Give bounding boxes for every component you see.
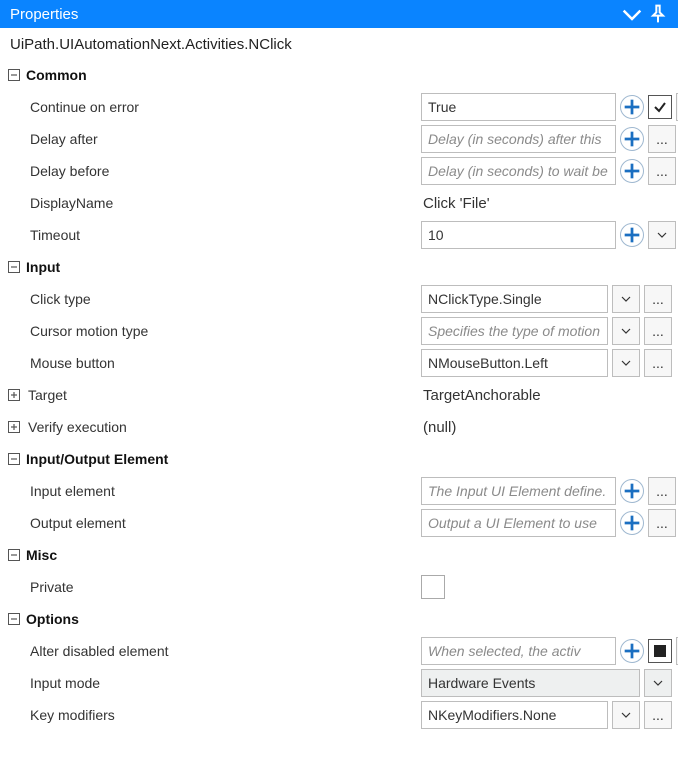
dropdown-button[interactable] <box>612 285 640 313</box>
value-target: TargetAnchorable <box>421 383 543 408</box>
ellipsis-button[interactable]: ... <box>648 125 676 153</box>
section-misc: Misc <box>6 539 672 571</box>
label-mouse-button: Mouse button <box>6 355 115 371</box>
section-label-misc: Misc <box>26 547 57 563</box>
expression-button[interactable] <box>620 479 644 503</box>
input-timeout[interactable] <box>421 221 616 249</box>
label-click-type: Click type <box>6 291 91 307</box>
dropdown-button[interactable] <box>612 701 640 729</box>
select-input-mode[interactable]: Hardware Events <box>421 669 640 697</box>
expand-icon[interactable] <box>6 387 22 403</box>
checkbox-alter-disabled[interactable] <box>648 639 672 663</box>
checkbox-continue-on-error[interactable] <box>648 95 672 119</box>
expression-button[interactable] <box>620 223 644 247</box>
row-delay-before: Delay before ... <box>6 155 672 187</box>
ellipsis-button[interactable]: ... <box>644 701 672 729</box>
value-verify-execution: (null) <box>421 415 458 440</box>
section-io-element: Input/Output Element <box>6 443 672 475</box>
input-delay-before[interactable] <box>421 157 616 185</box>
collapse-icon[interactable] <box>622 4 642 24</box>
label-key-modifiers: Key modifiers <box>6 707 115 723</box>
ellipsis-button[interactable]: ... <box>644 317 672 345</box>
expression-button[interactable] <box>620 639 644 663</box>
input-continue-on-error[interactable] <box>421 93 616 121</box>
ellipsis-button[interactable]: ... <box>644 349 672 377</box>
row-mouse-button: Mouse button NMouseButton.Left ... <box>6 347 672 379</box>
label-verify-execution: Verify execution <box>28 419 127 435</box>
expression-button[interactable] <box>620 127 644 151</box>
titlebar: Properties <box>0 0 678 28</box>
row-target: Target TargetAnchorable <box>6 379 672 411</box>
panel-title: Properties <box>10 6 616 23</box>
collapse-icon[interactable] <box>6 259 22 275</box>
row-output-element: Output element ... <box>6 507 672 539</box>
section-common: Common <box>6 59 672 91</box>
section-label-input: Input <box>26 259 60 275</box>
dropdown-button[interactable] <box>648 221 676 249</box>
input-alter-disabled[interactable] <box>421 637 616 665</box>
collapse-icon[interactable] <box>6 547 22 563</box>
ellipsis-button[interactable]: ... <box>648 477 676 505</box>
ellipsis-button[interactable]: ... <box>648 509 676 537</box>
label-alter-disabled: Alter disabled element <box>6 643 169 659</box>
section-label-options: Options <box>26 611 79 627</box>
row-click-type: Click type NClickType.Single ... <box>6 283 672 315</box>
row-timeout: Timeout ... <box>6 219 672 251</box>
section-label-io-element: Input/Output Element <box>26 451 168 467</box>
row-verify-execution: Verify execution (null) <box>6 411 672 443</box>
properties-content: Common Continue on error ... Delay after… <box>0 59 678 737</box>
checkbox-private[interactable] <box>421 575 445 599</box>
label-input-element: Input element <box>6 483 115 499</box>
dropdown-button[interactable] <box>612 317 640 345</box>
expression-button[interactable] <box>620 159 644 183</box>
row-input-mode: Input mode Hardware Events <box>6 667 672 699</box>
select-key-modifiers[interactable]: NKeyModifiers.None <box>421 701 608 729</box>
input-input-element[interactable] <box>421 477 616 505</box>
collapse-icon[interactable] <box>6 611 22 627</box>
ellipsis-button[interactable]: ... <box>644 285 672 313</box>
section-label-common: Common <box>26 67 87 83</box>
row-cursor-motion: Cursor motion type Specifies the type of… <box>6 315 672 347</box>
dropdown-button[interactable] <box>644 669 672 697</box>
expand-icon[interactable] <box>6 419 22 435</box>
label-timeout: Timeout <box>6 227 80 243</box>
ellipsis-button[interactable]: ... <box>648 157 676 185</box>
label-private: Private <box>6 579 74 595</box>
activity-fullname: UiPath.UIAutomationNext.Activities.NClic… <box>0 28 678 59</box>
collapse-icon[interactable] <box>6 451 22 467</box>
collapse-icon[interactable] <box>6 67 22 83</box>
label-delay-after: Delay after <box>6 131 98 147</box>
pin-icon[interactable] <box>648 4 668 24</box>
row-alter-disabled: Alter disabled element ... <box>6 635 672 667</box>
expression-button[interactable] <box>620 95 644 119</box>
label-output-element: Output element <box>6 515 126 531</box>
row-key-modifiers: Key modifiers NKeyModifiers.None ... <box>6 699 672 731</box>
label-delay-before: Delay before <box>6 163 109 179</box>
label-cursor-motion: Cursor motion type <box>6 323 148 339</box>
row-display-name: DisplayName Click 'File' <box>6 187 672 219</box>
label-continue-on-error: Continue on error <box>6 99 139 115</box>
select-cursor-motion[interactable]: Specifies the type of motion <box>421 317 608 345</box>
dropdown-button[interactable] <box>612 349 640 377</box>
row-private: Private <box>6 571 672 603</box>
label-input-mode: Input mode <box>6 675 100 691</box>
expression-button[interactable] <box>620 511 644 535</box>
section-options: Options <box>6 603 672 635</box>
select-mouse-button[interactable]: NMouseButton.Left <box>421 349 608 377</box>
label-target: Target <box>28 387 67 403</box>
label-display-name: DisplayName <box>6 195 113 211</box>
row-input-element: Input element ... <box>6 475 672 507</box>
row-continue-on-error: Continue on error ... <box>6 91 672 123</box>
row-delay-after: Delay after ... <box>6 123 672 155</box>
section-input: Input <box>6 251 672 283</box>
input-delay-after[interactable] <box>421 125 616 153</box>
select-click-type[interactable]: NClickType.Single <box>421 285 608 313</box>
input-output-element[interactable] <box>421 509 616 537</box>
value-display-name[interactable]: Click 'File' <box>421 191 492 216</box>
